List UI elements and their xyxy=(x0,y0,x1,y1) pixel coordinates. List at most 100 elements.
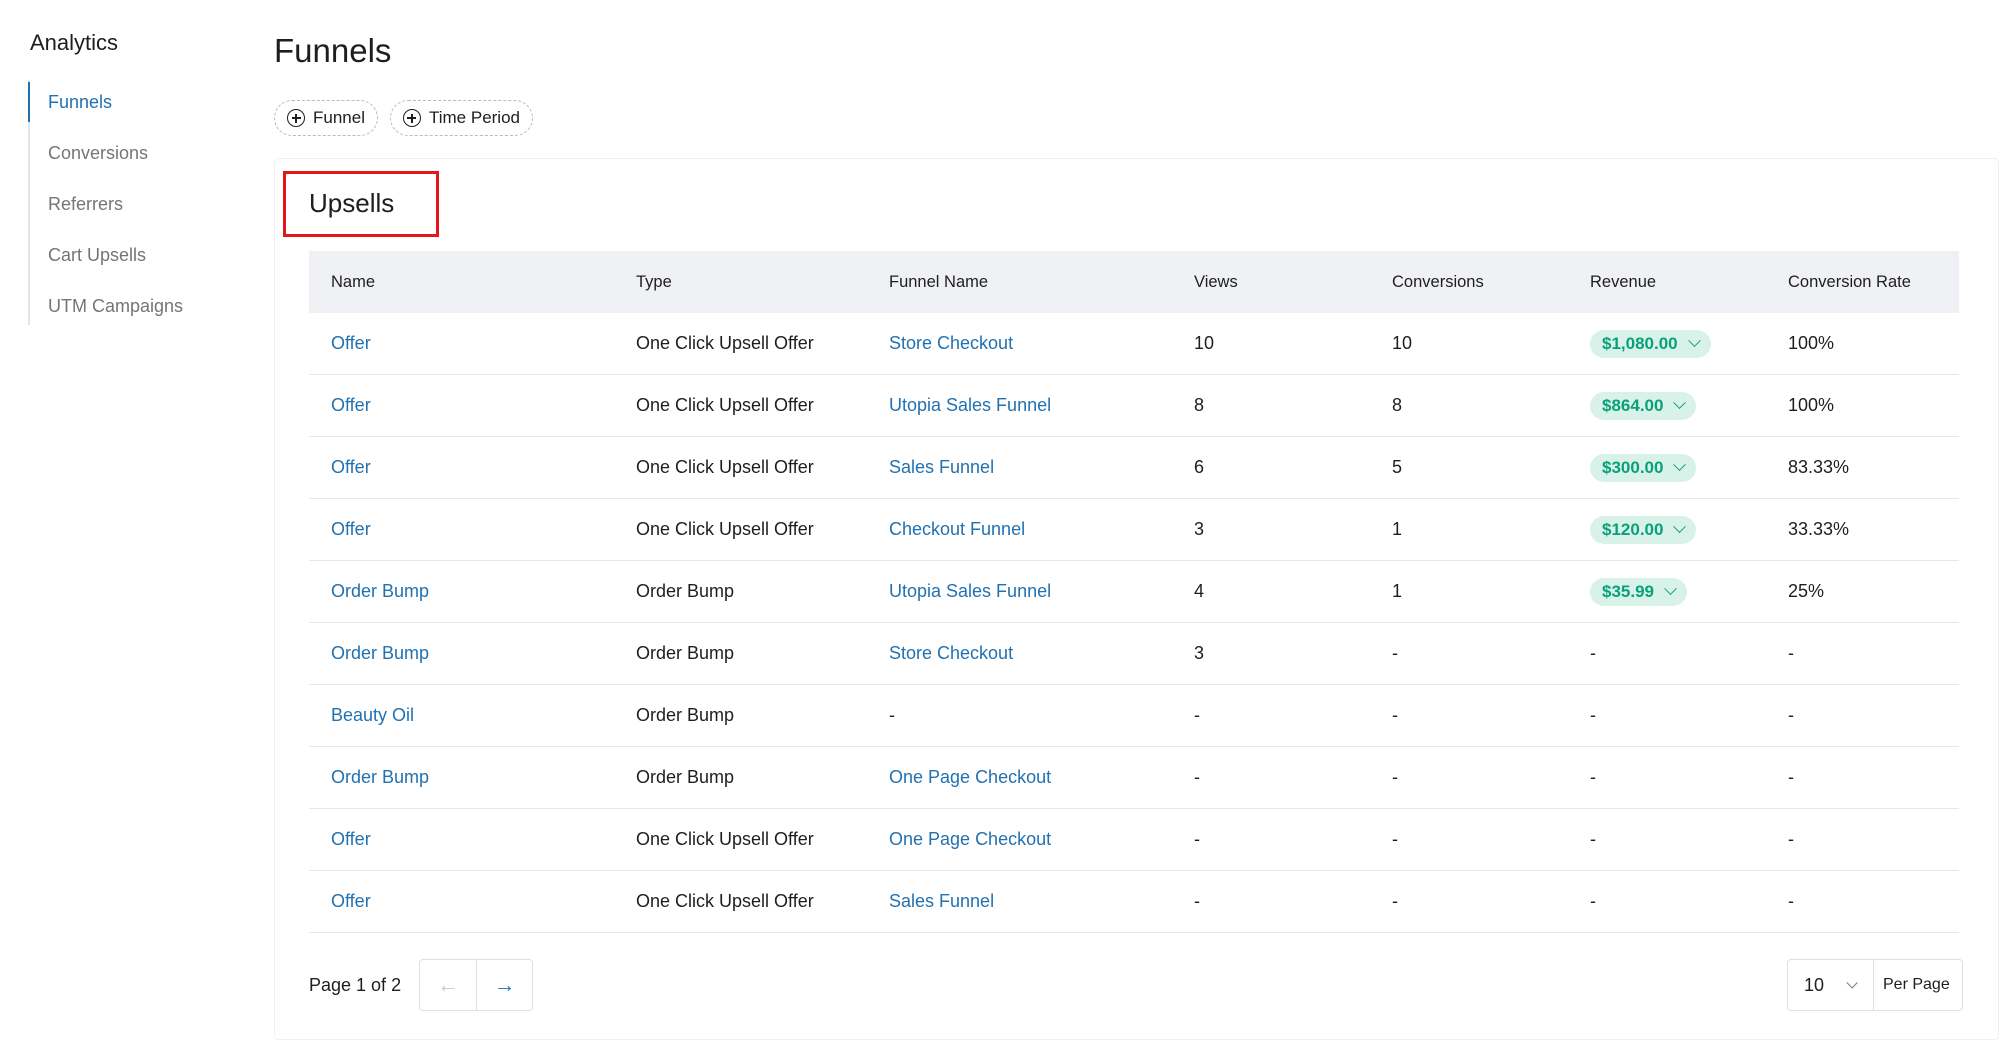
revenue-badge[interactable]: $120.00 xyxy=(1590,515,1697,544)
cell-views: 3 xyxy=(1194,519,1205,539)
cell-funnel-name: One Page Checkout xyxy=(867,829,1172,850)
cell-funnel-name: Utopia Sales Funnel xyxy=(867,395,1172,416)
cell-conversion-rate: 25% xyxy=(1788,581,1825,601)
filter-label: Time Period xyxy=(428,108,520,127)
revenue-value: $35.99 xyxy=(1602,581,1654,601)
table-row: Beauty Oil Order Bump - - - - - xyxy=(309,685,1959,747)
cell-name-link[interactable]: Offer xyxy=(331,457,371,477)
next-page-button[interactable]: → xyxy=(476,960,532,1010)
cell-funnel-name: Store Checkout xyxy=(867,333,1172,354)
revenue-badge[interactable]: $300.00 xyxy=(1590,453,1697,482)
sidebar-item-referrers[interactable]: Referrers xyxy=(30,182,248,233)
cell-revenue: $120.00 xyxy=(1568,515,1766,544)
cell-name-link[interactable]: Order Bump xyxy=(331,643,429,663)
cell-name-link[interactable]: Offer xyxy=(331,891,371,911)
cell-name-link[interactable]: Order Bump xyxy=(331,581,429,601)
cell-funnel-name-link[interactable]: One Page Checkout xyxy=(889,767,1051,787)
cell-funnel-name-link[interactable]: Checkout Funnel xyxy=(889,519,1025,539)
cell-funnel-name: Store Checkout xyxy=(867,643,1172,664)
column-header-conversions: Conversions xyxy=(1392,272,1484,291)
per-page-control: 10 Per Page xyxy=(1787,959,1963,1011)
per-page-value: 10 xyxy=(1804,974,1825,995)
cell-funnel-name-link[interactable]: Utopia Sales Funnel xyxy=(889,395,1051,415)
table-row: Offer One Click Upsell Offer Checkout Funn… xyxy=(309,499,1959,561)
previous-page-button[interactable]: ← xyxy=(420,960,476,1010)
revenue-badge[interactable]: $864.00 xyxy=(1590,391,1697,420)
table-body: Offer One Click Upsell Offer Store Checkou… xyxy=(309,313,1959,933)
column-header-funnel-name: Funnel Name xyxy=(889,272,989,291)
table-row: Order Bump Order Bump Store Checkout 3 - - - xyxy=(309,623,1959,685)
cell-conversion-rate: - xyxy=(1788,891,1794,911)
cell-type: One Click Upsell Offer xyxy=(636,519,814,539)
cell-conversion-rate: 83.33% xyxy=(1788,457,1850,477)
cell-conversions: 5 xyxy=(1392,457,1403,477)
cell-name-link[interactable]: Offer xyxy=(331,333,371,353)
cell-name: Beauty Oil xyxy=(309,705,614,726)
cell-name-link[interactable]: Offer xyxy=(331,829,371,849)
cell-conversions: 8 xyxy=(1392,395,1403,415)
revenue-badge[interactable]: $35.99 xyxy=(1590,577,1687,606)
sidebar-item-funnels[interactable]: Funnels xyxy=(28,80,248,131)
cell-views: 3 xyxy=(1194,643,1205,663)
cell-funnel-name-link[interactable]: Sales Funnel xyxy=(889,457,994,477)
page-title: Funnels xyxy=(274,32,392,69)
cell-name-link[interactable]: Offer xyxy=(331,395,371,415)
cell-type: One Click Upsell Offer xyxy=(636,891,814,911)
cell-funnel-name: Sales Funnel xyxy=(867,457,1172,478)
table-row: Offer One Click Upsell Offer Sales Funnel 6… xyxy=(309,437,1959,499)
column-header-revenue: Revenue xyxy=(1590,272,1657,291)
upsells-table: Name Type Funnel Name Views Conversions … xyxy=(309,251,1959,933)
cell-funnel-name: One Page Checkout xyxy=(867,767,1172,788)
cell-funnel-name-link[interactable]: Store Checkout xyxy=(889,643,1013,663)
table-row: Order Bump Order Bump Utopia Sales Funnel 4… xyxy=(309,561,1959,623)
cell-views: - xyxy=(1194,705,1200,725)
revenue-value: $864.00 xyxy=(1602,395,1664,415)
cell-name-link[interactable]: Offer xyxy=(331,519,371,539)
per-page-select[interactable]: 10 xyxy=(1788,960,1874,1010)
cell-conversions: - xyxy=(1392,891,1398,911)
cell-funnel-name-link[interactable]: Utopia Sales Funnel xyxy=(889,581,1051,601)
filter-bar: Funnel Time Period xyxy=(274,100,533,136)
table-header: Name Type Funnel Name Views Conversions … xyxy=(309,251,1959,313)
cell-name-link[interactable]: Beauty Oil xyxy=(331,705,414,725)
chevron-down-icon xyxy=(1673,520,1687,534)
cell-type: One Click Upsell Offer xyxy=(636,333,814,353)
pager-buttons: ← → xyxy=(419,959,534,1011)
cell-type: One Click Upsell Offer xyxy=(636,395,814,415)
column-header-views: Views xyxy=(1194,272,1238,291)
cell-views: - xyxy=(1194,767,1200,787)
revenue-value: $1,080.00 xyxy=(1602,333,1678,353)
cell-type: One Click Upsell Offer xyxy=(636,457,814,477)
cell-revenue: - xyxy=(1590,705,1596,725)
cell-funnel-name-link[interactable]: One Page Checkout xyxy=(889,829,1051,849)
cell-conversions: - xyxy=(1392,705,1398,725)
cell-name-link[interactable]: Order Bump xyxy=(331,767,429,787)
revenue-badge[interactable]: $1,080.00 xyxy=(1590,329,1711,358)
page-indicator: Page 1 of 2 xyxy=(309,974,402,995)
cell-revenue: - xyxy=(1590,891,1596,911)
add-time-period-filter-button[interactable]: Time Period xyxy=(389,100,533,136)
cell-type: Order Bump xyxy=(636,581,735,601)
cell-conversion-rate: - xyxy=(1788,829,1794,849)
cell-name: Order Bump xyxy=(309,581,614,602)
cell-revenue: - xyxy=(1590,829,1596,849)
pagination: Page 1 of 2 ← → xyxy=(309,959,534,1011)
cell-funnel-name-link[interactable]: Store Checkout xyxy=(889,333,1013,353)
sidebar-item-conversions[interactable]: Conversions xyxy=(30,131,248,182)
add-funnel-filter-button[interactable]: Funnel xyxy=(274,100,378,136)
cell-name: Offer xyxy=(309,519,614,540)
sidebar-title: Analytics xyxy=(30,30,119,55)
plus-circle-icon xyxy=(402,109,421,127)
upsells-card: Upsells Name Type Funnel Name Views Conv… xyxy=(274,158,1999,1040)
sidebar-item-cart-upsells[interactable]: Cart Upsells xyxy=(30,233,248,284)
cell-type: Order Bump xyxy=(636,705,735,725)
cell-conversion-rate: - xyxy=(1788,767,1794,787)
sidebar-item-utm-campaigns[interactable]: UTM Campaigns xyxy=(30,284,248,335)
cell-views: - xyxy=(1194,891,1200,911)
cell-revenue: - xyxy=(1590,643,1596,663)
arrow-right-icon: → xyxy=(493,972,516,997)
cell-funnel-name-link[interactable]: Sales Funnel xyxy=(889,891,994,911)
cell-funnel-name: - xyxy=(889,705,895,725)
cell-type: Order Bump xyxy=(636,643,735,663)
cell-conversion-rate: 33.33% xyxy=(1788,519,1850,539)
